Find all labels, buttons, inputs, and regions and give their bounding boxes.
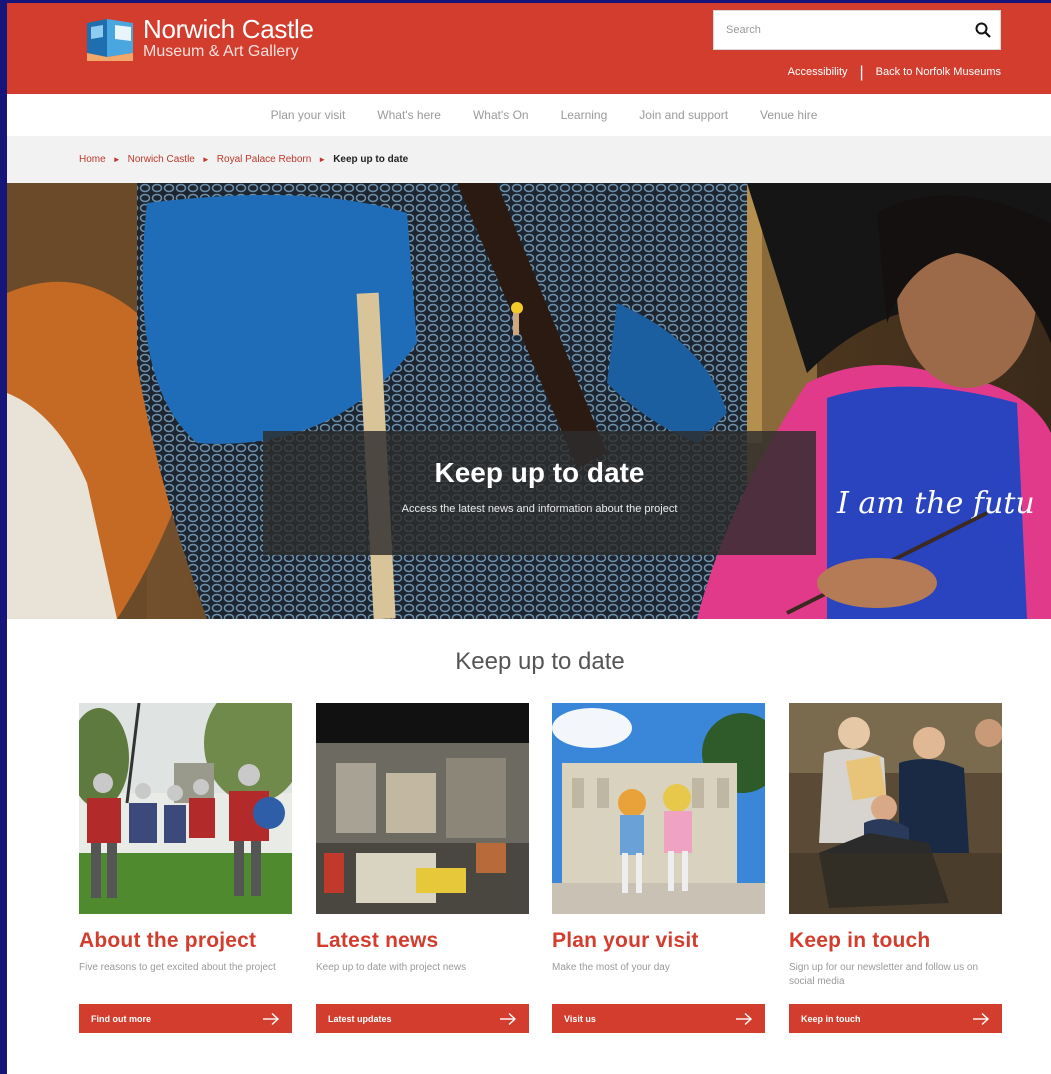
arrow-right-icon (500, 1012, 517, 1025)
hero-title: Keep up to date (434, 457, 645, 488)
nav-item-plan-your-visit[interactable]: Plan your visit (271, 108, 346, 122)
arrow-right-icon (736, 1012, 753, 1025)
card-title: Plan your visit (552, 929, 699, 952)
breadcrumb-current: Keep up to date (333, 154, 409, 165)
keep-in-touch-button[interactable]: Keep in touch (789, 1004, 1002, 1033)
utility-separator: | (859, 63, 864, 81)
accessibility-link[interactable]: Accessibility (788, 66, 848, 78)
utility-links: Accessibility | Back to Norfolk Museums (788, 63, 1001, 81)
button-label: Visit us (564, 1013, 596, 1024)
triangle-right-icon: ► (318, 155, 327, 164)
button-label: Find out more (91, 1013, 151, 1024)
card-description: Make the most of your day (552, 962, 670, 973)
card-about-the-project: About the project Five reasons to get ex… (79, 703, 292, 1033)
card-image-knights[interactable] (79, 703, 292, 914)
search-icon[interactable] (966, 11, 1000, 49)
hero-banner: I am the futu Keep up to date Access the… (7, 183, 1051, 619)
site-logo[interactable]: Norwich Castle Museum & Art Gallery (85, 15, 314, 61)
latest-updates-button[interactable]: Latest updates (316, 1004, 529, 1033)
hero-caption: Keep up to date Access the latest news a… (263, 431, 816, 555)
logo-title: Norwich Castle (143, 14, 314, 44)
visit-us-button[interactable]: Visit us (552, 1004, 765, 1033)
card-keep-in-touch: Keep in touch Sign up for our newsletter… (789, 703, 1002, 1033)
nav-item-join-and-support[interactable]: Join and support (639, 108, 728, 122)
find-out-more-button[interactable]: Find out more (79, 1004, 292, 1033)
card-title: Keep in touch (789, 929, 931, 952)
triangle-right-icon: ► (201, 155, 210, 164)
back-to-norfolk-museums-link[interactable]: Back to Norfolk Museums (876, 66, 1001, 78)
card-image-castle[interactable] (552, 703, 765, 914)
card-title: About the project (79, 929, 257, 952)
site-header: Norwich Castle Museum & Art Gallery Acce… (7, 3, 1051, 94)
card-plan-your-visit: Plan your visit Make the most of your da… (552, 703, 765, 1033)
card-latest-news: Latest news Keep up to date with project… (316, 703, 529, 1033)
breadcrumb: Home ► Norwich Castle ► Royal Palace Reb… (7, 136, 1051, 183)
nav-item-learning[interactable]: Learning (561, 108, 608, 122)
search-input[interactable] (726, 24, 966, 36)
logo-subtitle: Museum & Art Gallery (143, 43, 299, 60)
card-description: Five reasons to get excited about the pr… (79, 962, 276, 973)
arrow-right-icon (263, 1012, 280, 1025)
search-box (713, 10, 1001, 50)
button-label: Keep in touch (801, 1013, 861, 1024)
nav-item-venue-hire[interactable]: Venue hire (760, 108, 817, 122)
card-image-gallery[interactable] (316, 703, 529, 914)
card-description: Sign up for our newsletter and follow us… (789, 962, 978, 987)
tshirt-text: I am the futu (836, 486, 1035, 521)
card-description: Keep up to date with project news (316, 962, 467, 973)
nav-item-whats-here[interactable]: What's here (377, 108, 441, 122)
triangle-right-icon: ► (112, 155, 121, 164)
card-image-family[interactable] (789, 703, 1002, 914)
breadcrumb-norwich-castle[interactable]: Norwich Castle (128, 154, 195, 165)
castle-logo-icon (87, 19, 133, 61)
breadcrumb-royal-palace-reborn[interactable]: Royal Palace Reborn (217, 154, 312, 165)
breadcrumb-home[interactable]: Home (79, 154, 106, 165)
button-label: Latest updates (328, 1013, 392, 1024)
hero-subtitle: Access the latest news and information a… (401, 503, 678, 515)
nav-item-whats-on[interactable]: What's On (473, 108, 529, 122)
section-title: Keep up to date (455, 648, 625, 675)
main-nav: Plan your visit What's here What's On Le… (7, 94, 1051, 136)
page: Norwich Castle Museum & Art Gallery Acce… (7, 3, 1051, 1074)
card-title: Latest news (316, 929, 439, 952)
arrow-right-icon (973, 1012, 990, 1025)
